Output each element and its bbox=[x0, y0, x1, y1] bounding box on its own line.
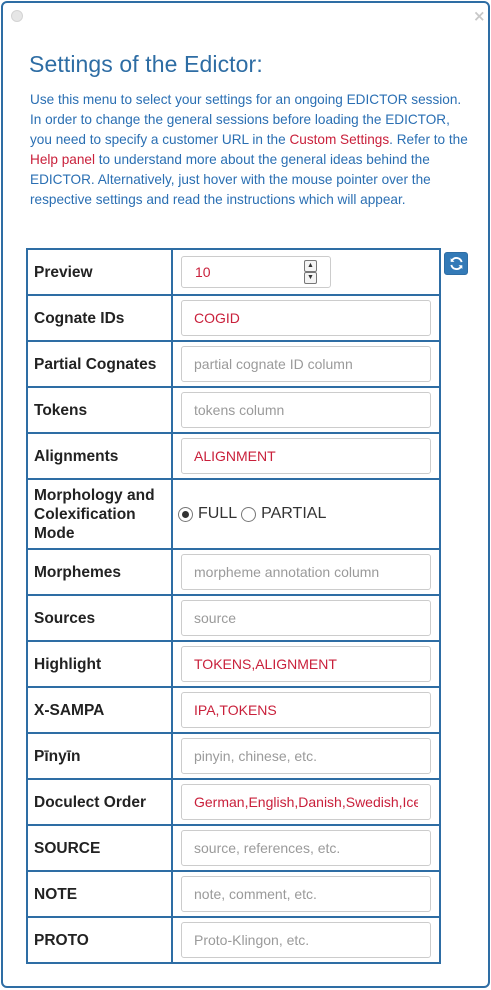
full-radio[interactable] bbox=[178, 506, 193, 522]
morphology-mode-label: Morphology and Colexification Mode bbox=[26, 478, 173, 550]
preview-number-input[interactable]: 10 ▲ ▼ bbox=[181, 256, 331, 288]
preview-value: 10 bbox=[195, 264, 211, 280]
partial-cognates-label: Partial Cognates bbox=[26, 340, 173, 388]
sources-input[interactable] bbox=[181, 600, 431, 636]
intro-text: Use this menu to select your settings fo… bbox=[30, 90, 470, 210]
partial-cognates-input[interactable] bbox=[181, 346, 431, 382]
refresh-button[interactable] bbox=[444, 252, 468, 275]
morphemes-input[interactable] bbox=[181, 554, 431, 590]
morphology-mode-radio-group: FULL PARTIAL bbox=[178, 505, 431, 523]
partial-radio-label: PARTIAL bbox=[261, 505, 327, 522]
row-preview: Preview 10 ▲ ▼ bbox=[26, 248, 441, 296]
source-input[interactable] bbox=[181, 830, 431, 866]
preview-spinner[interactable]: ▲ ▼ bbox=[304, 260, 318, 285]
partial-radio[interactable] bbox=[241, 506, 257, 522]
xsampa-input[interactable] bbox=[181, 692, 431, 728]
note-label: NOTE bbox=[26, 870, 173, 918]
close-icon[interactable]: × bbox=[473, 7, 486, 25]
highlight-input[interactable] bbox=[181, 646, 431, 682]
cognate-ids-input[interactable] bbox=[181, 300, 431, 336]
row-cognate-ids: Cognate IDs bbox=[26, 294, 441, 342]
row-doculect-order: Doculect Order bbox=[26, 778, 441, 826]
page-title: Settings of the Edictor: bbox=[29, 51, 263, 77]
row-alignments: Alignments bbox=[26, 432, 441, 480]
row-morphemes: Morphemes bbox=[26, 548, 441, 596]
morphemes-label: Morphemes bbox=[26, 548, 173, 596]
xsampa-label: X-SAMPA bbox=[26, 686, 173, 734]
custom-settings-link[interactable]: Custom Settings bbox=[289, 132, 389, 147]
row-pinyin: Pīnyīn bbox=[26, 732, 441, 780]
spin-down-icon[interactable]: ▼ bbox=[304, 272, 317, 284]
row-proto: PROTO bbox=[26, 916, 441, 964]
settings-table: Preview 10 ▲ ▼ Cognate IDs Partial Cogna… bbox=[26, 248, 441, 964]
preview-label: Preview bbox=[26, 248, 173, 296]
row-sources: Sources bbox=[26, 594, 441, 642]
full-radio-label: FULL bbox=[198, 505, 238, 522]
refresh-icon bbox=[449, 257, 463, 270]
row-note: NOTE bbox=[26, 870, 441, 918]
tokens-input[interactable] bbox=[181, 392, 431, 428]
row-partial-cognates: Partial Cognates bbox=[26, 340, 441, 388]
doculect-order-label: Doculect Order bbox=[26, 778, 173, 826]
window-dot-icon[interactable] bbox=[11, 10, 23, 22]
pinyin-label: Pīnyīn bbox=[26, 732, 173, 780]
cognate-ids-label: Cognate IDs bbox=[26, 294, 173, 342]
row-highlight: Highlight bbox=[26, 640, 441, 688]
proto-label: PROTO bbox=[26, 916, 173, 964]
source-label: SOURCE bbox=[26, 824, 173, 872]
alignments-label: Alignments bbox=[26, 432, 173, 480]
pinyin-input[interactable] bbox=[181, 738, 431, 774]
sources-label: Sources bbox=[26, 594, 173, 642]
proto-input[interactable] bbox=[181, 922, 431, 958]
row-xsampa: X-SAMPA bbox=[26, 686, 441, 734]
intro-part-2: . Refer to the bbox=[389, 132, 468, 147]
tokens-label: Tokens bbox=[26, 386, 173, 434]
spin-up-icon[interactable]: ▲ bbox=[304, 260, 317, 272]
doculect-order-input[interactable] bbox=[181, 784, 431, 820]
row-morphology-mode: Morphology and Colexification Mode FULL … bbox=[26, 478, 441, 550]
row-source: SOURCE bbox=[26, 824, 441, 872]
help-panel-link[interactable]: Help panel bbox=[30, 152, 95, 167]
row-tokens: Tokens bbox=[26, 386, 441, 434]
highlight-label: Highlight bbox=[26, 640, 173, 688]
note-input[interactable] bbox=[181, 876, 431, 912]
alignments-input[interactable] bbox=[181, 438, 431, 474]
